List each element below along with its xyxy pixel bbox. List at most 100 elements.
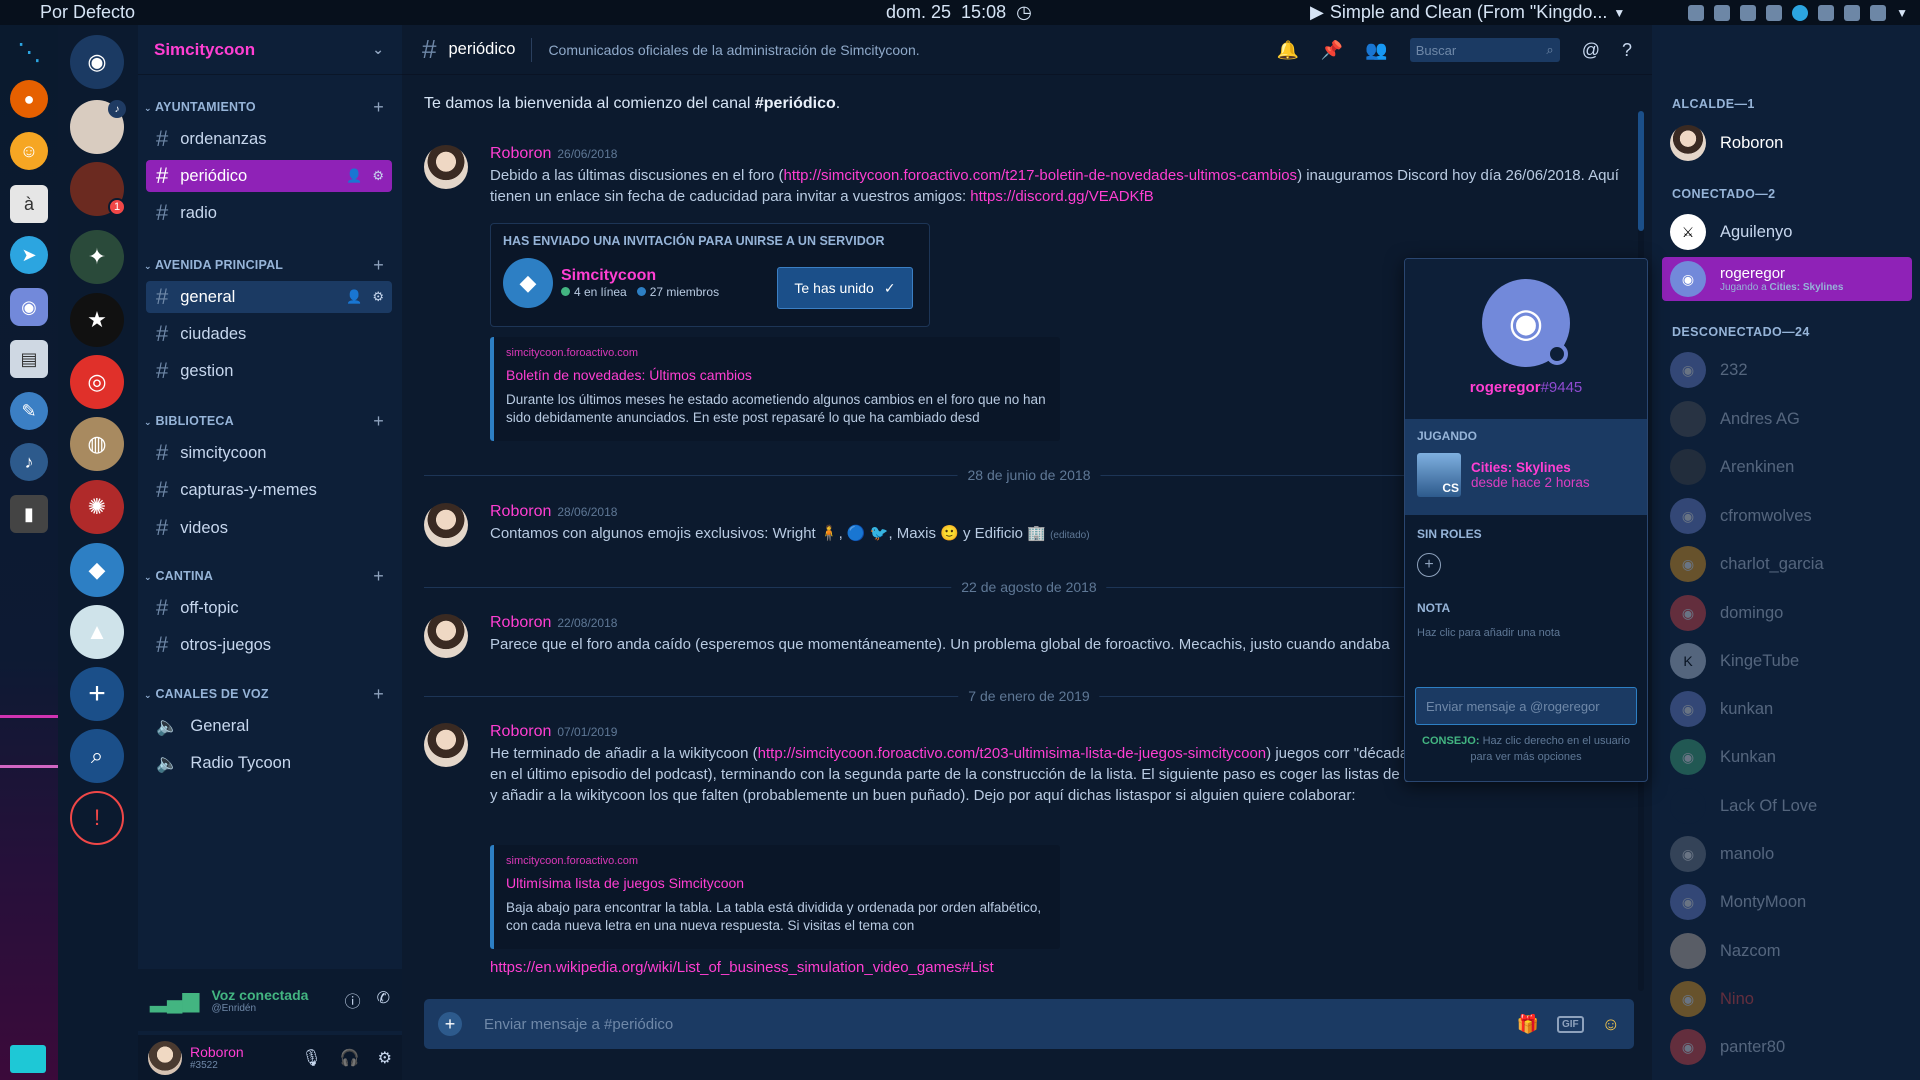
- headphones-icon[interactable]: 🎧: [340, 1048, 360, 1068]
- building-emoji[interactable]: 🏢: [1027, 525, 1046, 542]
- music-player[interactable]: ▶ Simple and Clean (From "Kingdo... ▼: [1310, 2, 1625, 23]
- message-composer[interactable]: + Enviar mensaje a #periódico 🎁 GIF ☺: [424, 999, 1634, 1049]
- gear-icon[interactable]: ⚙: [372, 168, 384, 184]
- battery-icon[interactable]: [1818, 4, 1835, 21]
- channel-radio[interactable]: # radio: [146, 197, 392, 229]
- channel-capturas[interactable]: # capturas-y-memes: [146, 474, 392, 506]
- category-ayuntamiento[interactable]: ⌄ AYUNTAMIENTO +: [138, 97, 402, 117]
- telegram-tray-icon[interactable]: [1792, 4, 1809, 21]
- forum-link[interactable]: http://simcitycoon.foroactivo.com/t217-b…: [783, 167, 1297, 184]
- avatar[interactable]: [148, 1040, 182, 1075]
- joined-button[interactable]: Te has unido ✓: [777, 267, 913, 309]
- category-voz[interactable]: ⌄ CANALES DE VOZ +: [138, 684, 402, 704]
- signal-icon[interactable]: ▂▄▆: [150, 987, 199, 1013]
- add-role-icon[interactable]: +: [1417, 553, 1441, 577]
- member-item[interactable]: K KingeTube: [1670, 639, 1910, 683]
- upload-plus-icon[interactable]: +: [438, 1012, 462, 1036]
- welcome-channel[interactable]: #periódico: [755, 95, 836, 112]
- volume-icon[interactable]: [1844, 4, 1861, 21]
- play-icon[interactable]: ▶: [1310, 2, 1324, 23]
- message-author[interactable]: Roboron: [490, 503, 551, 520]
- composer-placeholder[interactable]: Enviar mensaje a #periódico: [484, 1016, 673, 1033]
- simcitycoon-server-icon[interactable]: ◆: [70, 543, 124, 597]
- server-icon[interactable]: ♪: [70, 100, 126, 154]
- mic-icon[interactable]: [1714, 4, 1731, 21]
- terminal-icon[interactable]: ▮: [10, 495, 48, 533]
- channel-off-topic[interactable]: # off-topic: [146, 592, 392, 624]
- chevron-down-icon[interactable]: ▼: [1613, 6, 1625, 20]
- embed-provider[interactable]: simcitycoon.foroactivo.com: [506, 347, 1048, 359]
- bird-emoji[interactable]: 🐦: [870, 525, 889, 542]
- gear-icon[interactable]: ⚙: [372, 289, 384, 305]
- avatar[interactable]: ◉: [1482, 279, 1570, 367]
- contacts-icon[interactable]: ☺: [10, 132, 48, 170]
- firefox-icon[interactable]: ●: [10, 80, 48, 118]
- member-item[interactable]: ◉ MontyMoon: [1670, 880, 1910, 924]
- server-icon[interactable]: ✺: [70, 480, 124, 534]
- channel-ciudades[interactable]: # ciudades: [146, 318, 392, 350]
- invite-link[interactable]: https://discord.gg/VEADKfB: [970, 188, 1153, 205]
- chevron-down-icon[interactable]: ▼: [1896, 6, 1908, 20]
- invite-icon[interactable]: 👤: [346, 289, 362, 305]
- invite-icon[interactable]: 👤: [346, 168, 362, 184]
- wright-emoji[interactable]: 🧍: [820, 525, 839, 542]
- bell-icon[interactable]: 🔔: [1276, 40, 1298, 61]
- server-icon[interactable]: ★: [70, 293, 124, 347]
- help-icon[interactable]: ?: [1622, 40, 1632, 61]
- channel-otros-juegos[interactable]: # otros-juegos: [146, 629, 392, 661]
- server-icon[interactable]: ◎: [70, 355, 124, 409]
- discord-tray-icon[interactable]: [1766, 4, 1783, 21]
- member-item[interactable]: ◉ domingo: [1670, 591, 1910, 635]
- krita-icon[interactable]: ✎: [10, 392, 48, 430]
- wiki-link[interactable]: http://simcitycoon.foroactivo.com/t203-u…: [758, 745, 1267, 762]
- member-item[interactable]: ◉ panter80: [1670, 1025, 1910, 1069]
- dm-input[interactable]: Enviar mensaje a @rogeregor: [1415, 687, 1637, 725]
- telegram-icon[interactable]: ➤: [10, 236, 48, 274]
- gif-icon[interactable]: GIF: [1556, 1015, 1584, 1033]
- desktop-pager-icon[interactable]: [10, 1045, 46, 1073]
- category-biblioteca[interactable]: ⌄ BIBLIOTECA +: [138, 411, 402, 431]
- category-avenida-principal[interactable]: ⌄ AVENIDA PRINCIPAL +: [138, 255, 402, 275]
- channel-general[interactable]: # general 👤 ⚙: [146, 281, 392, 313]
- add-channel-icon[interactable]: +: [373, 566, 384, 587]
- member-item[interactable]: ◉ Kunkan: [1670, 735, 1910, 779]
- system-clock[interactable]: dom. 25 15:08 ◷: [886, 2, 1032, 23]
- member-item[interactable]: ◉ manolo: [1670, 832, 1910, 876]
- member-item[interactable]: ◉ kunkan: [1670, 687, 1910, 731]
- direct-messages-icon[interactable]: ◉: [70, 35, 124, 89]
- add-channel-icon[interactable]: +: [373, 411, 384, 432]
- server-icon[interactable]: 1: [70, 162, 126, 216]
- embed-title[interactable]: Ultimísima lista de juegos Simcitycoon: [506, 875, 1048, 891]
- avatar[interactable]: [424, 145, 468, 189]
- files-icon[interactable]: ▤: [10, 340, 48, 378]
- add-channel-icon[interactable]: +: [373, 97, 384, 118]
- avatar[interactable]: [424, 723, 468, 767]
- channel-videos[interactable]: # videos: [146, 512, 392, 544]
- disconnect-icon[interactable]: ✆: [377, 988, 390, 1012]
- channel-gestion[interactable]: # gestion: [146, 355, 392, 387]
- emoji-icon[interactable]: ☺: [1602, 1014, 1620, 1035]
- tray-app-icon[interactable]: [1688, 4, 1705, 21]
- globe-emoji[interactable]: 🔵: [847, 525, 866, 542]
- member-item[interactable]: ◉ charlot_garcia: [1670, 542, 1910, 586]
- channel-simcitycoon[interactable]: # simcitycoon: [146, 437, 392, 469]
- member-item[interactable]: ⚔ Aguilenyo: [1670, 210, 1910, 254]
- scrollbar-thumb[interactable]: [1638, 111, 1644, 231]
- embed-provider[interactable]: simcitycoon.foroactivo.com: [506, 855, 1048, 867]
- member-item[interactable]: ◉ rogeregor Jugando a Cities: Skylines: [1662, 257, 1912, 301]
- server-icon[interactable]: ▲: [70, 605, 124, 659]
- mention-icon[interactable]: @: [1582, 40, 1600, 61]
- member-item[interactable]: Nazcom: [1670, 929, 1910, 973]
- voice-channel-radio-tycoon[interactable]: 🔈 Radio Tycoon: [146, 747, 392, 779]
- server-icon[interactable]: ◍: [70, 417, 124, 471]
- member-item[interactable]: ◉ 232: [1670, 348, 1910, 392]
- server-icon[interactable]: ✦: [70, 230, 124, 284]
- category-cantina[interactable]: ⌄ CANTINA +: [138, 566, 402, 586]
- members-icon[interactable]: 👥: [1365, 40, 1387, 61]
- voice-channel-general[interactable]: 🔈 General: [146, 710, 392, 742]
- member-item[interactable]: ◉ cfromwolves: [1670, 494, 1910, 538]
- translate-icon[interactable]: à: [10, 185, 48, 223]
- member-item[interactable]: Roboron: [1670, 121, 1910, 165]
- avatar[interactable]: [424, 503, 468, 547]
- tray-app-icon[interactable]: [1740, 4, 1757, 21]
